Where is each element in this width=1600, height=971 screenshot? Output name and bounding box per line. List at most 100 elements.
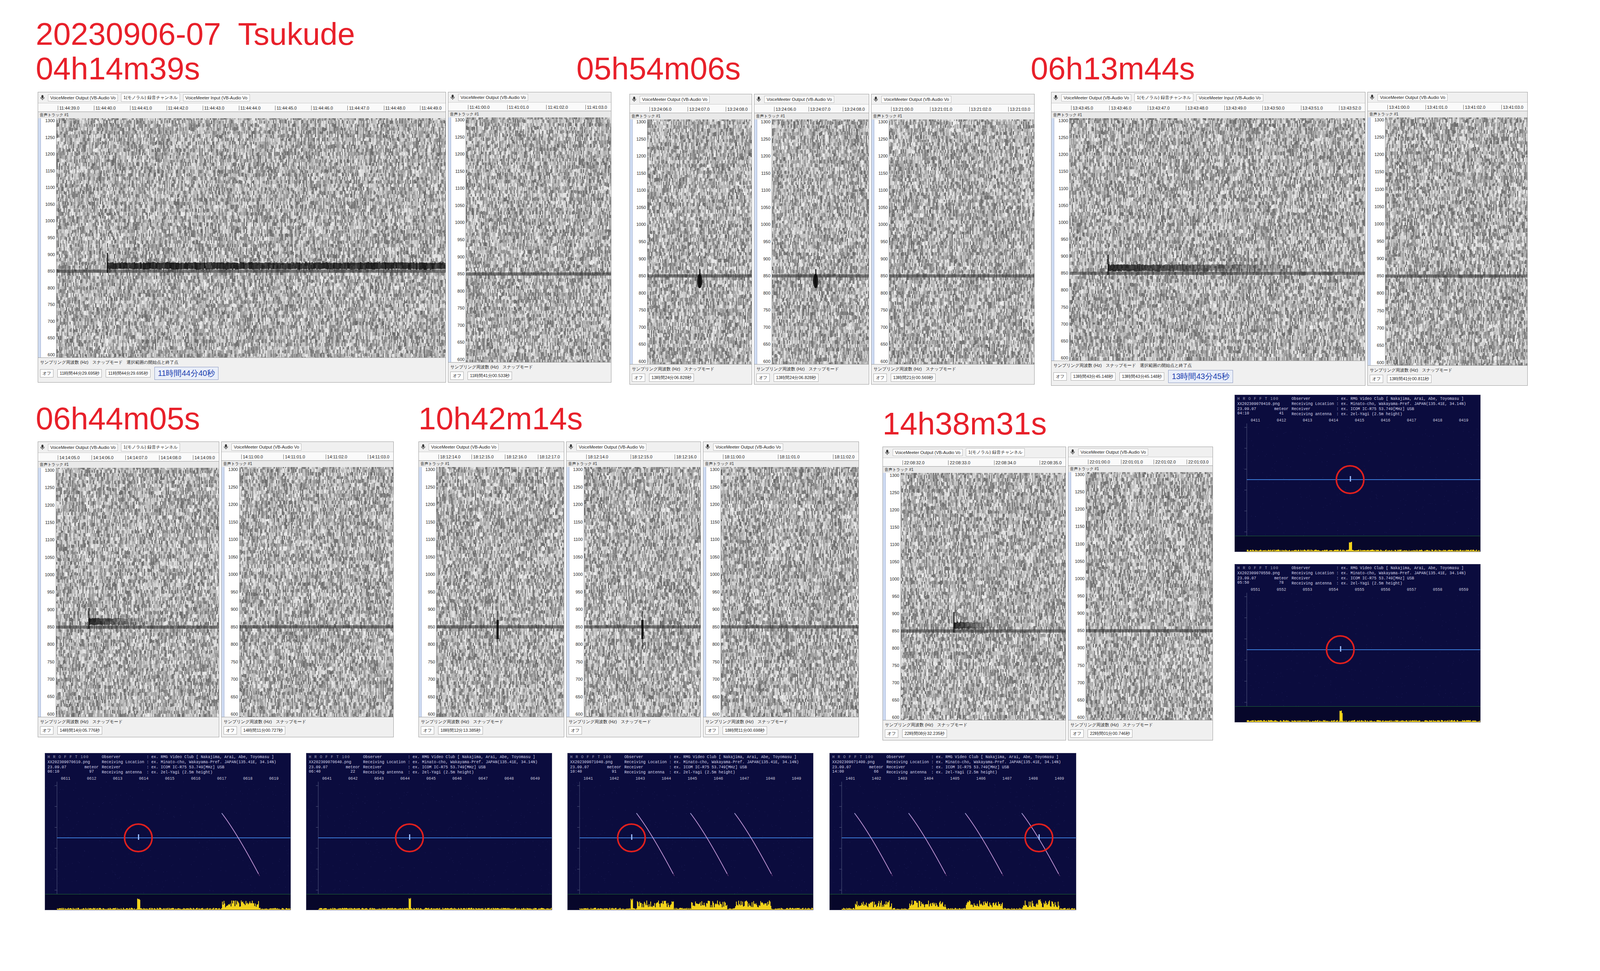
snap-mode-select[interactable]: オフ <box>1053 372 1067 381</box>
device-dropdown[interactable]: VoiceMeeter Output (VB-Audio Vo <box>1078 448 1149 456</box>
selection-time-field[interactable]: 13時間21分00.569秒 <box>890 373 936 382</box>
time-ruler[interactable]: 13:43:45.013:43:46.013:43:47.013:43:48.0… <box>1051 103 1366 112</box>
device-dropdown[interactable]: VoiceMeeter Output (VB-Audio Vo <box>458 93 529 101</box>
track-name[interactable]: 音声トラック #1 <box>631 113 661 119</box>
time-ruler[interactable]: 13:24:06.013:24:07.013:24:08.0 <box>629 104 752 114</box>
audio-editor-panel: VoiceMeeter Output (VB-Audio Vo13:41:00.… <box>1367 91 1528 386</box>
track-name[interactable]: 音声トラック #1 <box>449 111 479 117</box>
snap-mode-select[interactable]: オフ <box>223 726 237 735</box>
track-name[interactable]: 音声トラック #1 <box>755 113 786 119</box>
snap-mode-select[interactable]: オフ <box>40 726 54 735</box>
device-dropdown[interactable]: VoiceMeeter Output (VB-Audio Vo <box>764 95 835 103</box>
time-ruler[interactable]: 14:14:05.014:14:06.014:14:07.014:14:08.0… <box>38 453 219 462</box>
track-name[interactable]: 音声トラック #1 <box>568 461 598 467</box>
snap-mode-select[interactable]: オフ <box>450 371 464 380</box>
device-dropdown[interactable]: VoiceMeeter Output (VB-Audio Vo <box>1377 93 1448 101</box>
device-dropdown[interactable]: 1(モノラル) 録音チャンネル <box>121 443 180 452</box>
snap-mode-select[interactable]: オフ <box>40 369 54 378</box>
selection-time-field[interactable]: 18時間11分00.698秒 <box>722 726 767 735</box>
device-dropdown[interactable]: VoiceMeeter Output (VB-Audio Vo <box>428 443 499 451</box>
snap-mode-select[interactable]: オフ <box>756 373 770 382</box>
spectrogram[interactable] <box>584 467 701 718</box>
device-dropdown[interactable]: 1(モノラル) 録音チャンネル <box>1134 93 1194 102</box>
device-dropdown[interactable]: 1(モノラル) 録音チャンネル <box>121 93 180 102</box>
time-ruler[interactable]: 18:11:00.018:11:01.018:11:02.0 <box>703 452 859 461</box>
device-dropdown[interactable]: VoiceMeeter Output (VB-Audio Vo <box>713 443 784 451</box>
time-ruler[interactable]: 13:41:00.013:41:01.013:41:02.013:41:03.0 <box>1367 102 1528 112</box>
snap-mode-select[interactable]: オフ <box>1070 729 1084 738</box>
snap-mode-select[interactable]: オフ <box>568 726 582 735</box>
device-dropdown[interactable]: VoiceMeeter Output (VB-Audio Vo <box>47 444 118 452</box>
selection-time-field[interactable]: 22時間08分32.235秒 <box>902 729 947 738</box>
time-ruler[interactable]: 11:41:00.011:41:01.011:41:02.011:41:03.0 <box>448 102 612 112</box>
time-ruler[interactable]: 11:44:39.011:44:40.011:44:41.011:44:42.0… <box>38 103 446 112</box>
spectrogram[interactable] <box>1385 117 1528 366</box>
spectrogram[interactable] <box>466 117 612 363</box>
snap-mode-select[interactable]: オフ <box>884 729 899 738</box>
selection-time-field[interactable]: 11時間41分00.533秒 <box>467 371 512 380</box>
device-dropdown[interactable]: VoiceMeeter Output (VB-Audio Vo <box>576 443 647 451</box>
status-label: スナップモード <box>808 366 839 373</box>
snap-mode-select[interactable]: オフ <box>1369 374 1384 384</box>
track-name[interactable]: 音声トラック #1 <box>223 461 253 467</box>
selection-time-field[interactable]: 13時間24分06.828秒 <box>773 373 819 382</box>
device-dropdown[interactable]: VoiceMeeter Output (VB-Audio Vo <box>1061 94 1132 102</box>
hrofft-time-ticks: 055105520553055405550556055705580559 <box>1234 587 1481 593</box>
snap-mode-select[interactable]: オフ <box>873 373 887 382</box>
selection-time-field[interactable]: 14時間11分00.727秒 <box>240 726 286 735</box>
minute-tick: 0415 <box>1354 418 1365 423</box>
selection-time-field[interactable]: 13時間43分45.148秒 <box>1070 372 1116 381</box>
spectrogram[interactable] <box>647 119 752 365</box>
snap-mode-select[interactable]: オフ <box>705 726 719 735</box>
spectrogram[interactable] <box>239 467 394 718</box>
device-dropdown[interactable]: VoiceMeeter Output (VB-Audio Vo <box>881 95 952 103</box>
device-dropdown[interactable]: VoiceMeeter Output (VB-Audio Vo <box>892 449 963 457</box>
selection-time-field[interactable]: 18時間12分13.385秒 <box>438 726 483 735</box>
device-dropdown[interactable]: VoiceMeeter Output (VB-Audio Vo <box>639 95 710 103</box>
selection-time-field[interactable]: 13時間24分06.828秒 <box>649 373 694 382</box>
track-name[interactable]: 音声トラック #1 <box>1069 466 1100 472</box>
time-ruler[interactable]: 18:12:14.018:12:15.018:12:16.0 <box>566 452 701 461</box>
spectrogram[interactable] <box>772 119 869 365</box>
time-ruler[interactable]: 14:11:00.014:11:01.014:11:02.014:11:03.0 <box>221 452 394 461</box>
track-name[interactable]: 音声トラック #1 <box>1053 112 1083 118</box>
time-ruler[interactable]: 13:21:00.013:21:01.013:21:02.013:21:03.0 <box>871 104 1035 114</box>
track-name[interactable]: 音声トラック #1 <box>873 113 903 119</box>
track-header: 音声トラック #1 <box>882 466 1066 474</box>
spectrogram[interactable] <box>900 473 1066 721</box>
device-dropdown[interactable]: VoiceMeeter Input (VB-Audio Vo <box>1196 94 1264 102</box>
spectrogram[interactable] <box>721 467 859 718</box>
spectrogram[interactable] <box>56 467 219 718</box>
snap-mode-select[interactable]: オフ <box>420 726 435 735</box>
track-name[interactable]: 音声トラック #1 <box>704 461 734 467</box>
track-name[interactable]: 音声トラック #1 <box>1369 111 1399 117</box>
track-name[interactable]: 音声トラック #1 <box>420 461 450 467</box>
axis-label: 1150 <box>421 519 435 525</box>
track-header: 音声トラック #1 <box>38 461 219 468</box>
selection-time-field[interactable]: 13時間41分00.811秒 <box>1387 374 1432 384</box>
spectrogram[interactable] <box>1069 118 1366 361</box>
selection-time-field[interactable]: 22時間01分00.746秒 <box>1087 729 1133 738</box>
spectrogram[interactable] <box>1086 472 1213 721</box>
selection-time-field[interactable]: 14時間14分05.776秒 <box>57 726 103 735</box>
time-ruler[interactable]: 22:01:00.022:01:01.022:01:02.022:01:03.0 <box>1068 457 1213 467</box>
device-dropdown[interactable]: VoiceMeeter Output (VB-Audio Vo <box>231 443 302 451</box>
selection-time-field[interactable]: 11時間44分29.695秒 <box>57 369 102 378</box>
selection-time-field[interactable]: 11時間44分29.695秒 <box>105 369 151 378</box>
spectrogram[interactable] <box>56 118 446 358</box>
selection-time-field[interactable]: 13時間43分45.148秒 <box>1119 372 1165 381</box>
spectrogram[interactable] <box>436 467 564 718</box>
track-name[interactable]: 音声トラック #1 <box>39 112 69 118</box>
device-dropdown[interactable]: 1(モノラル) 録音チャンネル <box>965 448 1025 457</box>
time-ruler[interactable]: 13:24:06.013:24:07.013:24:08.0 <box>754 104 869 114</box>
spectrogram[interactable] <box>889 119 1035 365</box>
time-ruler[interactable]: 22:08:32.022:08:33.022:08:34.022:08:35.0 <box>882 458 1066 467</box>
axis-label: 700 <box>421 677 435 683</box>
device-dropdown[interactable]: VoiceMeeter Output (VB-Audio Vo <box>47 94 118 102</box>
microphone-icon <box>756 96 762 103</box>
snap-mode-select[interactable]: オフ <box>631 373 646 382</box>
time-ruler[interactable]: 18:12:14.018:12:15.018:12:16.018:12:17.0 <box>418 452 564 461</box>
track-name[interactable]: 音声トラック #1 <box>884 467 914 472</box>
track-name[interactable]: 音声トラック #1 <box>39 462 69 467</box>
device-dropdown[interactable]: VoiceMeeter Input (VB-Audio Vo <box>183 94 250 102</box>
